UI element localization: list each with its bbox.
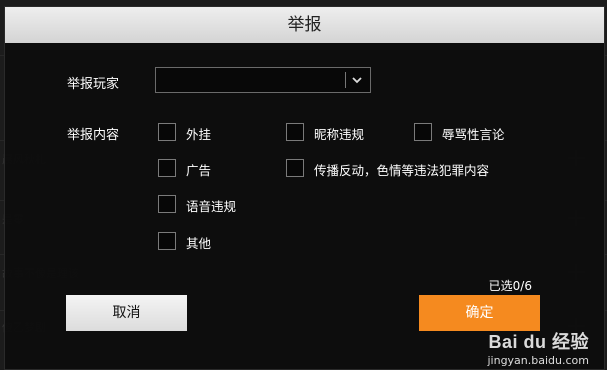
option-label: 语音违规 xyxy=(186,199,237,214)
checkbox[interactable] xyxy=(414,123,432,141)
chevron-down-icon[interactable] xyxy=(350,73,364,87)
option-label: 广告 xyxy=(186,163,212,178)
option-label: 外挂 xyxy=(186,127,212,142)
cancel-button[interactable]: 取消 xyxy=(66,295,187,331)
option-label: 昵称违规 xyxy=(314,127,365,142)
checkbox[interactable] xyxy=(158,232,176,250)
player-select[interactable] xyxy=(155,67,371,93)
baidu-watermark: Bai du 经验 jingyan.baidu.com xyxy=(487,328,589,367)
checkbox[interactable] xyxy=(286,159,304,177)
checkbox[interactable] xyxy=(158,195,176,213)
selected-count: 已选0/6 xyxy=(488,279,532,293)
checkbox[interactable] xyxy=(158,123,176,141)
checkbox[interactable] xyxy=(158,159,176,177)
report-dialog: 举报 举报玩家 举报内容 外挂 昵称违规 辱骂性言论 广告 传播反动，色情等违法… xyxy=(4,6,605,370)
select-divider xyxy=(345,72,346,88)
watermark-url: jingyan.baidu.com xyxy=(487,354,589,367)
watermark-logo: Bai du 经验 xyxy=(488,332,589,352)
option-label: 其他 xyxy=(186,236,212,251)
player-label: 举报玩家 xyxy=(67,77,120,92)
checkbox[interactable] xyxy=(286,123,304,141)
option-label: 辱骂性言论 xyxy=(442,127,505,142)
option-label: 传播反动，色情等违法犯罪内容 xyxy=(314,163,490,178)
content-label: 举报内容 xyxy=(67,128,120,143)
confirm-button[interactable]: 确定 xyxy=(419,295,540,331)
dialog-title: 举报 xyxy=(5,7,604,43)
